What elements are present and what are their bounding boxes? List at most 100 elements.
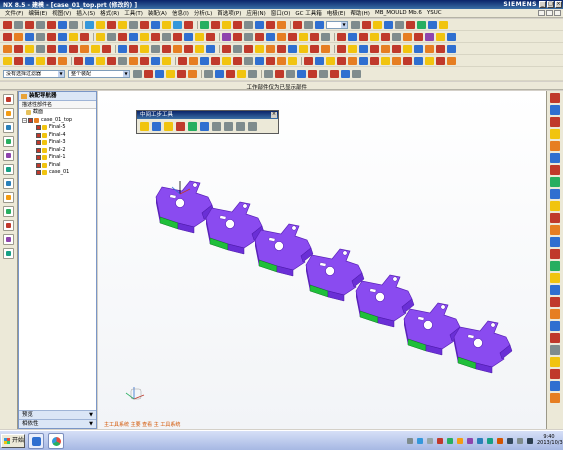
taskbar-app-nx[interactable] (48, 433, 64, 449)
floating-toolbar-titlebar[interactable]: 中间工步工具 × (137, 111, 278, 119)
parting-icon[interactable] (359, 44, 368, 53)
doc-minimize-button[interactable] (538, 10, 545, 16)
control-point-icon[interactable] (286, 69, 295, 78)
import-icon[interactable] (447, 56, 456, 65)
compare-icon[interactable] (425, 56, 434, 65)
update-icon[interactable] (162, 56, 171, 65)
move-component-icon[interactable] (222, 56, 231, 65)
assembly-constraints-icon[interactable] (233, 56, 242, 65)
open-file-icon[interactable] (14, 32, 23, 41)
offset-face-icon[interactable] (91, 44, 100, 53)
right-tool-icon[interactable] (550, 345, 560, 355)
assembly-navigator-tab-icon[interactable] (3, 94, 14, 105)
pocket-icon[interactable] (129, 20, 138, 29)
bounded-plane-icon[interactable] (321, 44, 330, 53)
manufacturing-app-icon[interactable] (47, 56, 56, 65)
exploded-view-icon[interactable] (255, 56, 264, 65)
groove-icon[interactable] (151, 20, 160, 29)
draft-analysis-icon[interactable] (326, 56, 335, 65)
tree-row-final-4[interactable]: Final-4 (19, 132, 96, 140)
divide-icon[interactable] (315, 20, 324, 29)
layer-select[interactable]: ▼ (326, 20, 348, 29)
pad-icon[interactable] (140, 20, 149, 29)
right-tool-icon[interactable] (550, 213, 560, 223)
system-materials-tab-icon[interactable] (3, 192, 14, 203)
point-icon[interactable] (211, 20, 220, 29)
zoom-icon[interactable] (173, 32, 182, 41)
text-tool-icon[interactable] (69, 20, 78, 29)
right-tool-icon[interactable] (550, 381, 560, 391)
edge-blend-icon[interactable] (36, 44, 45, 53)
trimetric-icon[interactable] (321, 32, 330, 41)
clearance-analysis-icon[interactable] (288, 56, 297, 65)
roles-tab-icon[interactable] (3, 234, 14, 245)
menu-format[interactable]: 格式(R) (100, 9, 119, 17)
draft-icon[interactable] (184, 20, 193, 29)
bounded-grid-icon[interactable] (352, 69, 361, 78)
slot-icon[interactable] (162, 20, 171, 29)
menu-window[interactable]: 窗口(O) (271, 9, 291, 17)
clipping-icon[interactable] (288, 32, 297, 41)
general-select-icon[interactable] (133, 69, 142, 78)
collapse-toggle-icon[interactable]: − (22, 117, 27, 123)
undo-icon[interactable] (96, 32, 105, 41)
menu-analysis[interactable]: 分析(L) (194, 9, 212, 17)
swept-icon[interactable] (299, 44, 308, 53)
tray-app-icon[interactable] (457, 438, 463, 444)
fit-icon[interactable] (162, 32, 171, 41)
right-tool-icon[interactable] (550, 225, 560, 235)
delete-icon[interactable] (80, 32, 89, 41)
menu-tools[interactable]: 工具(T) (124, 9, 143, 17)
offset-curve-icon[interactable] (244, 20, 253, 29)
menu-file[interactable]: 文件(F) (5, 9, 23, 17)
right-tool-icon[interactable] (550, 165, 560, 175)
right-tool-icon[interactable] (550, 309, 560, 319)
rectangle-select-icon[interactable] (204, 69, 213, 78)
rotate-icon[interactable] (184, 32, 193, 41)
replace-feature-icon[interactable] (151, 56, 160, 65)
sequence-icon[interactable] (266, 56, 275, 65)
doc-restore-button[interactable] (546, 10, 553, 16)
info-icon[interactable] (439, 20, 448, 29)
tile-icon[interactable] (140, 32, 149, 41)
drafting-app-icon[interactable] (36, 56, 45, 65)
suppress-feature-icon[interactable] (129, 56, 138, 65)
step-copy-icon[interactable] (164, 122, 173, 131)
graphics-window[interactable] (98, 91, 546, 429)
tree-row-final[interactable]: Final (19, 162, 96, 170)
menu-help[interactable]: 帮助(H) (351, 9, 370, 17)
history-tab-icon[interactable] (3, 178, 14, 189)
intersection-point-icon[interactable] (297, 69, 306, 78)
language-icon[interactable] (407, 438, 413, 444)
bottom-view-icon[interactable] (381, 32, 390, 41)
tray-app-icon[interactable] (437, 438, 443, 444)
step-link-icon[interactable] (200, 122, 209, 131)
close-button[interactable]: × (555, 1, 562, 8)
hidden-edges-icon[interactable] (244, 32, 253, 41)
step-edit-icon[interactable] (152, 122, 161, 131)
start-button[interactable]: 开始 (1, 434, 25, 448)
visibility-checkbox[interactable] (28, 117, 33, 123)
pan-icon[interactable] (195, 32, 204, 41)
right-tool-icon[interactable] (550, 285, 560, 295)
system-scenes-tab-icon[interactable] (3, 248, 14, 259)
perspective-icon[interactable] (206, 32, 215, 41)
subtract-icon[interactable] (14, 44, 23, 53)
deviation-icon[interactable] (315, 56, 324, 65)
hd3d-tools-tab-icon[interactable] (3, 150, 14, 161)
face-analysis-icon[interactable] (266, 32, 275, 41)
offset-region-icon[interactable] (173, 44, 182, 53)
chamfer-icon[interactable] (47, 44, 56, 53)
volume-icon[interactable] (477, 438, 483, 444)
menu-preferences[interactable]: 首选项(P) (217, 9, 241, 17)
tray-app-icon[interactable] (507, 438, 513, 444)
feature-select-icon[interactable] (166, 69, 175, 78)
process-studio-tab-icon[interactable] (3, 206, 14, 217)
check-geometry-icon[interactable] (304, 56, 313, 65)
part-instance[interactable] (453, 320, 513, 374)
endpoint-snap-icon[interactable] (188, 69, 197, 78)
tree-row-final-5[interactable]: Final-5 (19, 124, 96, 132)
visibility-checkbox[interactable] (36, 125, 41, 131)
repeat-command-icon[interactable] (118, 32, 127, 41)
tree-row-final-1[interactable]: Final-1 (19, 154, 96, 162)
